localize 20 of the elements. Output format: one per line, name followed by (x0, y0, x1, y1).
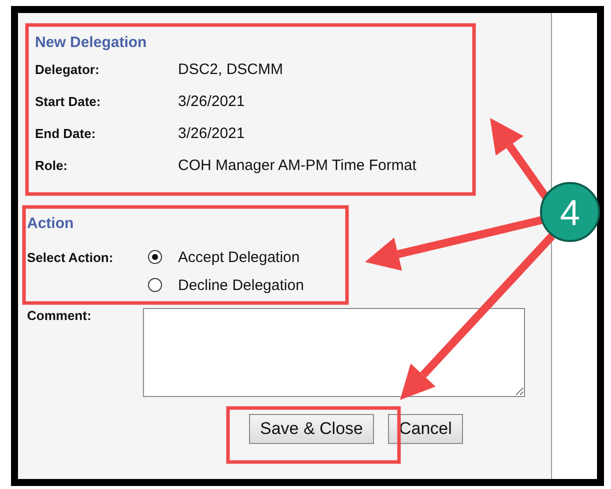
radio-label[interactable]: Accept Delegation (178, 248, 300, 266)
section-heading: New Delegation (35, 33, 148, 53)
field-label: Delegator: (35, 62, 100, 76)
field-value: 3/26/2021 (178, 92, 246, 110)
comment-label: Comment: (27, 308, 92, 325)
step-badge: 4 (540, 182, 600, 242)
dialog-button[interactable]: Save & Close (249, 414, 374, 444)
dialog-button[interactable]: Cancel (388, 414, 463, 444)
radio-button[interactable] (148, 278, 162, 292)
radio-label[interactable]: Decline Delegation (178, 276, 304, 294)
radio-button[interactable] (148, 250, 162, 264)
field-value: COH Manager AM-PM Time Format (178, 156, 418, 174)
section-heading: Action (27, 214, 75, 234)
field-label: Start Date: (35, 94, 102, 108)
field-label: Role: (35, 158, 68, 172)
field-value: DSC2, DSCMM (178, 60, 284, 78)
comment-field[interactable] (143, 308, 525, 397)
select-action-label: Select Action: (27, 250, 114, 264)
field-label: End Date: (35, 126, 97, 140)
field-value: 3/26/2021 (178, 124, 246, 142)
